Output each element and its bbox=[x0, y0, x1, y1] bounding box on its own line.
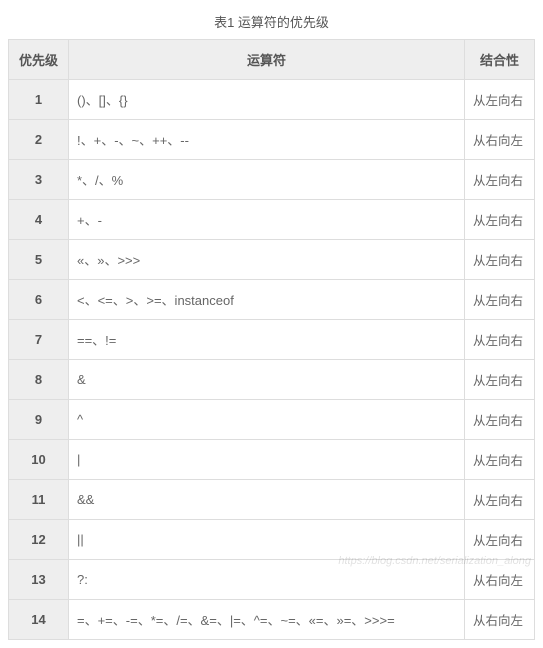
operator-precedence-table: 优先级 运算符 结合性 1()、[]、{}从左向右2!、+、-、~、++、--从… bbox=[8, 39, 535, 640]
cell-priority: 7 bbox=[9, 320, 69, 360]
cell-assoc: 从左向右 bbox=[465, 200, 535, 240]
cell-assoc: 从右向左 bbox=[465, 600, 535, 640]
cell-assoc: 从左向右 bbox=[465, 360, 535, 400]
cell-priority: 14 bbox=[9, 600, 69, 640]
table-header-row: 优先级 运算符 结合性 bbox=[9, 40, 535, 80]
cell-assoc: 从右向左 bbox=[465, 120, 535, 160]
cell-assoc: 从左向右 bbox=[465, 480, 535, 520]
cell-operators: ?: bbox=[69, 560, 465, 600]
table-row: 10|从左向右 bbox=[9, 440, 535, 480]
cell-operators: =、+=、-=、*=、/=、&=、|=、^=、~=、«=、»=、>>>= bbox=[69, 600, 465, 640]
cell-priority: 8 bbox=[9, 360, 69, 400]
cell-operators: ()、[]、{} bbox=[69, 80, 465, 120]
cell-priority: 3 bbox=[9, 160, 69, 200]
table-row: 7==、!=从左向右 bbox=[9, 320, 535, 360]
cell-priority: 12 bbox=[9, 520, 69, 560]
table-row: 4+、-从左向右 bbox=[9, 200, 535, 240]
cell-assoc: 从左向右 bbox=[465, 80, 535, 120]
table-row: 11&&从左向右 bbox=[9, 480, 535, 520]
table-row: 2!、+、-、~、++、--从右向左 bbox=[9, 120, 535, 160]
header-priority: 优先级 bbox=[9, 40, 69, 80]
cell-operators: && bbox=[69, 480, 465, 520]
cell-operators: +、- bbox=[69, 200, 465, 240]
cell-operators: !、+、-、~、++、-- bbox=[69, 120, 465, 160]
cell-assoc: 从左向右 bbox=[465, 400, 535, 440]
table-row: 12||从左向右 bbox=[9, 520, 535, 560]
cell-priority: 13 bbox=[9, 560, 69, 600]
cell-operators: ==、!= bbox=[69, 320, 465, 360]
cell-operators: ^ bbox=[69, 400, 465, 440]
table-row: 3*、/、%从左向右 bbox=[9, 160, 535, 200]
cell-priority: 11 bbox=[9, 480, 69, 520]
header-operator: 运算符 bbox=[69, 40, 465, 80]
cell-operators: <、<=、>、>=、instanceof bbox=[69, 280, 465, 320]
header-assoc: 结合性 bbox=[465, 40, 535, 80]
table-row: 5«、»、>>>从左向右 bbox=[9, 240, 535, 280]
cell-assoc: 从左向右 bbox=[465, 520, 535, 560]
cell-priority: 2 bbox=[9, 120, 69, 160]
cell-operators: | bbox=[69, 440, 465, 480]
cell-assoc: 从左向右 bbox=[465, 440, 535, 480]
table-body: 1()、[]、{}从左向右2!、+、-、~、++、--从右向左3*、/、%从左向… bbox=[9, 80, 535, 640]
table-row: 14=、+=、-=、*=、/=、&=、|=、^=、~=、«=、»=、>>>=从右… bbox=[9, 600, 535, 640]
cell-priority: 1 bbox=[9, 80, 69, 120]
cell-operators: & bbox=[69, 360, 465, 400]
cell-priority: 4 bbox=[9, 200, 69, 240]
cell-priority: 6 bbox=[9, 280, 69, 320]
cell-priority: 10 bbox=[9, 440, 69, 480]
cell-assoc: 从左向右 bbox=[465, 280, 535, 320]
table-row: 13?:从右向左 bbox=[9, 560, 535, 600]
cell-assoc: 从左向右 bbox=[465, 320, 535, 360]
cell-assoc: 从左向右 bbox=[465, 160, 535, 200]
cell-operators: «、»、>>> bbox=[69, 240, 465, 280]
table-row: 1()、[]、{}从左向右 bbox=[9, 80, 535, 120]
cell-priority: 9 bbox=[9, 400, 69, 440]
table-caption: 表1 运算符的优先级 bbox=[8, 8, 535, 39]
table-row: 6<、<=、>、>=、instanceof从左向右 bbox=[9, 280, 535, 320]
table-row: 9^从左向右 bbox=[9, 400, 535, 440]
cell-assoc: 从左向右 bbox=[465, 240, 535, 280]
cell-priority: 5 bbox=[9, 240, 69, 280]
cell-operators: || bbox=[69, 520, 465, 560]
cell-assoc: 从右向左 bbox=[465, 560, 535, 600]
cell-operators: *、/、% bbox=[69, 160, 465, 200]
table-row: 8&从左向右 bbox=[9, 360, 535, 400]
